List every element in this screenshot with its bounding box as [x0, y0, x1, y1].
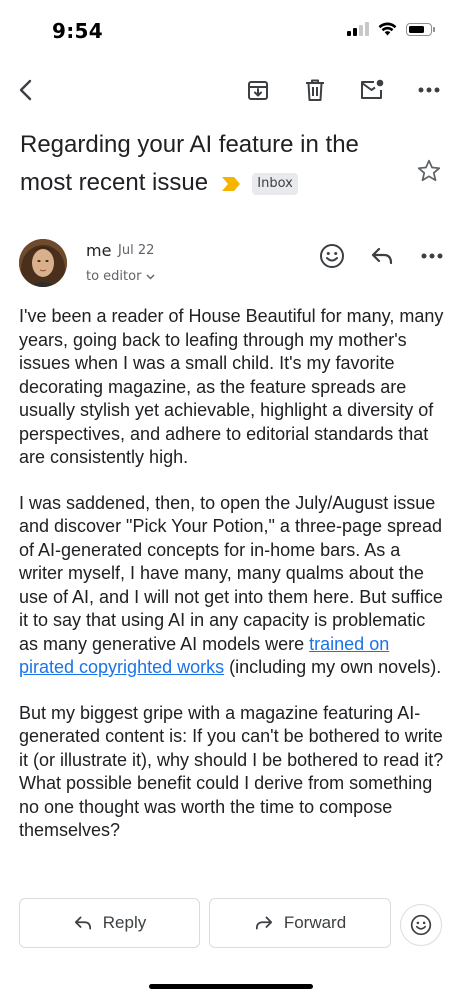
inbox-label-chip[interactable]: Inbox [252, 172, 298, 195]
status-icons [347, 22, 435, 36]
cellular-signal-icon [347, 22, 369, 36]
sender-row: me Jul 22 to editor [0, 236, 462, 296]
status-time: 9:54 [52, 19, 103, 43]
email-body: I've been a reader of House Beautiful fo… [19, 305, 447, 888]
body-paragraph-1: I've been a reader of House Beautiful fo… [19, 306, 444, 467]
smiley-icon [410, 914, 432, 936]
body-paragraph-2-start: I was saddened, then, to open the July/A… [19, 492, 443, 654]
sender-name: me [86, 241, 112, 260]
bottom-action-bar: Reply Forward [0, 888, 462, 1000]
battery-level [409, 25, 424, 33]
reply-button[interactable]: Reply [19, 898, 200, 948]
home-indicator[interactable] [149, 984, 313, 989]
mark-unread-icon[interactable] [356, 74, 388, 106]
body-paragraph-3: But my biggest gripe with a magazine fea… [19, 702, 444, 841]
back-arrow-icon[interactable] [10, 74, 42, 106]
email-subject: Regarding your AI feature in the most re… [20, 131, 359, 196]
battery-icon [406, 22, 435, 36]
reply-button-label: Reply [102, 913, 147, 932]
body-paragraph-2-end: (including my own novels). [224, 657, 442, 677]
avatar[interactable] [19, 239, 67, 287]
archive-icon[interactable] [242, 74, 274, 106]
emoji-reaction-button[interactable] [400, 904, 442, 946]
reply-arrow-icon [74, 916, 91, 930]
top-toolbar [0, 66, 462, 114]
delete-icon[interactable] [299, 74, 331, 106]
forward-button-label: Forward [283, 913, 347, 932]
wifi-icon [378, 22, 397, 36]
email-date: Jul 22 [118, 243, 155, 258]
email-subject-block: Regarding your AI feature in the most re… [20, 126, 400, 202]
star-icon[interactable] [416, 158, 442, 184]
chevron-down-icon [146, 274, 155, 279]
body-paragraph-2: I was saddened, then, to open the July/A… [19, 492, 447, 680]
forward-button[interactable]: Forward [209, 898, 391, 948]
recipient-toggle[interactable]: to editor [86, 269, 155, 284]
message-more-icon[interactable] [416, 240, 448, 272]
forward-arrow-icon [255, 916, 272, 930]
more-options-icon[interactable] [413, 74, 445, 106]
important-marker-icon[interactable] [221, 176, 241, 196]
sender-actions [316, 240, 448, 272]
reply-icon[interactable] [366, 240, 398, 272]
recipient-label: to editor [86, 269, 142, 284]
emoji-reaction-icon[interactable] [316, 240, 348, 272]
status-bar: 9:54 [0, 0, 462, 60]
